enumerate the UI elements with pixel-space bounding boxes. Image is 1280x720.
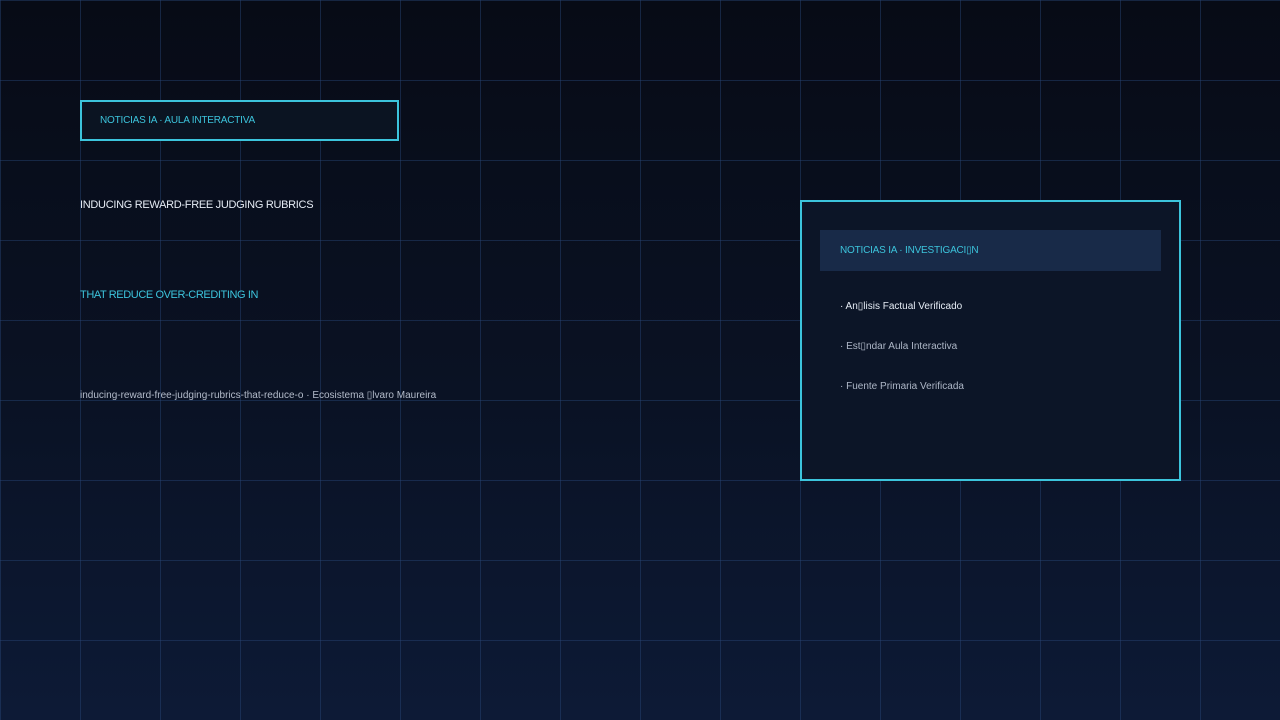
headline-line-1: INDUCING REWARD-FREE JUDGING RUBRICS — [80, 199, 314, 211]
panel-item-standard: · Est▯ndar Aula Interactiva — [840, 341, 958, 352]
info-panel-header: NOTICIAS IA · INVESTIGACI▯N — [820, 230, 1161, 271]
category-tag: NOTICIAS IA · AULA INTERACTIVA — [80, 100, 399, 141]
headline-line-2: THAT REDUCE OVER-CREDITING IN — [80, 289, 259, 301]
info-panel-title: NOTICIAS IA · INVESTIGACI▯N — [840, 245, 979, 256]
article-slug: inducing-reward-free-judging-rubrics-tha… — [80, 390, 437, 401]
category-tag-label: NOTICIAS IA · AULA INTERACTIVA — [100, 115, 255, 126]
panel-item-analysis: · An▯lisis Factual Verificado — [840, 301, 963, 312]
panel-item-source: · Fuente Primaria Verificada — [840, 381, 964, 392]
info-panel: NOTICIAS IA · INVESTIGACI▯N · An▯lisis F… — [800, 200, 1181, 481]
